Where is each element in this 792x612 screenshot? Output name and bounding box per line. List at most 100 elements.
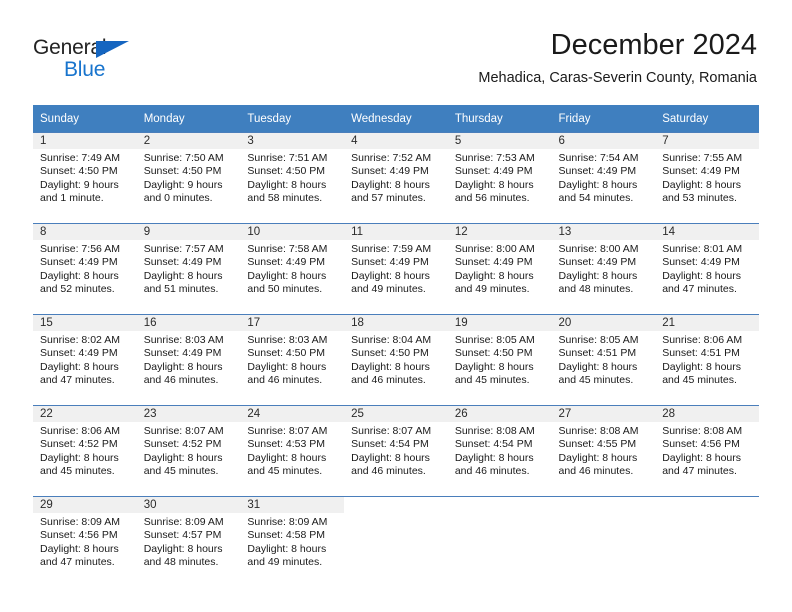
calendar-day-cell[interactable]: 23 Sunrise: 8:07 AM Sunset: 4:52 PM Dayligh… bbox=[136, 405, 241, 497]
daylight-duration-line2: and 47 minutes. bbox=[662, 283, 737, 296]
calendar-day-cell[interactable]: 19 Sunrise: 8:05 AM Sunset: 4:50 PM Dayligh… bbox=[447, 314, 552, 406]
calendar-day-cell[interactable]: 18 Sunrise: 8:04 AM Sunset: 4:50 PM Dayligh… bbox=[344, 314, 448, 406]
day-details: Sunrise: 7:58 AM Sunset: 4:49 PM Daylight:… bbox=[240, 240, 344, 297]
sunrise-time: Sunrise: 7:56 AM bbox=[40, 243, 120, 255]
calendar-day-cell[interactable]: 27 Sunrise: 8:08 AM Sunset: 4:55 PM Dayligh… bbox=[551, 405, 656, 497]
daylight-duration-line2: and 49 minutes. bbox=[454, 283, 530, 296]
sunrise-time: Sunrise: 7:51 AM bbox=[247, 152, 328, 164]
day-number: 26 bbox=[447, 406, 552, 422]
calendar-day-cell[interactable]: 11 Sunrise: 7:59 AM Sunset: 4:49 PM Dayligh… bbox=[344, 223, 448, 315]
day-number bbox=[655, 497, 759, 513]
calendar-day-cell[interactable]: 8 Sunrise: 7:56 AM Sunset: 4:49 PM Daylight… bbox=[33, 223, 137, 315]
calendar-week-row: 1 Sunrise: 7:49 AM Sunset: 4:50 PM Daylight… bbox=[33, 132, 759, 224]
calendar-day-cell[interactable]: 7 Sunrise: 7:55 AM Sunset: 4:49 PM Daylight… bbox=[655, 132, 759, 224]
day-details: Sunrise: 8:08 AM Sunset: 4:56 PM Daylight:… bbox=[655, 422, 759, 479]
sunset-time: Sunset: 4:53 PM bbox=[247, 438, 326, 451]
day-details: Sunrise: 7:51 AM Sunset: 4:50 PM Daylight:… bbox=[240, 149, 344, 206]
calendar-day-cell[interactable]: 28 Sunrise: 8:08 AM Sunset: 4:56 PM Dayligh… bbox=[655, 405, 759, 497]
calendar-day-cell[interactable]: 25 Sunrise: 8:07 AM Sunset: 4:54 PM Dayligh… bbox=[344, 405, 448, 497]
day-number: 3 bbox=[240, 133, 345, 149]
calendar-day-cell[interactable]: 9 Sunrise: 7:57 AM Sunset: 4:49 PM Daylight… bbox=[136, 223, 241, 315]
day-number: 28 bbox=[655, 406, 759, 422]
day-details: Sunrise: 7:59 AM Sunset: 4:49 PM Daylight:… bbox=[344, 240, 448, 297]
weekday-header-friday: Friday bbox=[551, 105, 656, 133]
sunrise-time: Sunrise: 8:01 AM bbox=[662, 243, 743, 255]
day-cell-inner bbox=[655, 497, 759, 587]
sunset-time: Sunset: 4:56 PM bbox=[40, 529, 118, 542]
calendar-day-cell[interactable]: 31 Sunrise: 8:09 AM Sunset: 4:58 PM Dayligh… bbox=[240, 496, 345, 587]
day-cell-inner: 22 Sunrise: 8:06 AM Sunset: 4:52 PM Dayligh… bbox=[33, 406, 137, 496]
calendar-day-cell[interactable]: 16 Sunrise: 8:03 AM Sunset: 4:49 PM Dayligh… bbox=[136, 314, 241, 406]
day-number: 17 bbox=[240, 315, 345, 331]
calendar-day-cell[interactable]: 6 Sunrise: 7:54 AM Sunset: 4:49 PM Daylight… bbox=[551, 132, 656, 224]
day-details: Sunrise: 8:05 AM Sunset: 4:51 PM Daylight:… bbox=[552, 331, 656, 388]
day-number: 23 bbox=[136, 406, 241, 422]
day-number: 5 bbox=[447, 133, 552, 149]
sunset-time: Sunset: 4:49 PM bbox=[247, 256, 326, 269]
day-number: 30 bbox=[136, 497, 241, 513]
calendar-day-cell[interactable]: 22 Sunrise: 8:06 AM Sunset: 4:52 PM Dayligh… bbox=[33, 405, 137, 497]
daylight-duration-line1: Daylight: 8 hours bbox=[143, 451, 223, 464]
calendar-day-cell[interactable]: 3 Sunrise: 7:51 AM Sunset: 4:50 PM Daylight… bbox=[240, 132, 345, 224]
logo-triangle-icon bbox=[96, 41, 129, 58]
daylight-duration-line1: Daylight: 8 hours bbox=[558, 178, 638, 191]
calendar-day-cell[interactable]: 4 Sunrise: 7:52 AM Sunset: 4:49 PM Daylight… bbox=[344, 132, 448, 224]
day-details: Sunrise: 8:05 AM Sunset: 4:50 PM Daylight:… bbox=[448, 331, 552, 388]
calendar-day-cell[interactable]: 30 Sunrise: 8:09 AM Sunset: 4:57 PM Dayligh… bbox=[136, 496, 241, 587]
day-cell-inner: 18 Sunrise: 8:04 AM Sunset: 4:50 PM Dayligh… bbox=[344, 315, 448, 405]
calendar-day-cell[interactable]: 24 Sunrise: 8:07 AM Sunset: 4:53 PM Dayligh… bbox=[240, 405, 345, 497]
day-details: Sunrise: 8:02 AM Sunset: 4:49 PM Daylight:… bbox=[33, 331, 137, 388]
day-cell-inner bbox=[552, 497, 656, 587]
calendar-day-cell[interactable]: 29 Sunrise: 8:09 AM Sunset: 4:56 PM Dayligh… bbox=[33, 496, 137, 587]
sunset-time: Sunset: 4:50 PM bbox=[351, 347, 429, 360]
day-number: 14 bbox=[655, 224, 759, 240]
day-cell-inner: 23 Sunrise: 8:07 AM Sunset: 4:52 PM Dayligh… bbox=[136, 406, 241, 496]
daylight-duration-line1: Daylight: 8 hours bbox=[662, 451, 742, 464]
generalblue-logo[interactable]: General Blue bbox=[33, 36, 163, 84]
calendar-day-cell[interactable]: 1 Sunrise: 7:49 AM Sunset: 4:50 PM Daylight… bbox=[33, 132, 137, 224]
sunset-time: Sunset: 4:49 PM bbox=[143, 347, 222, 360]
daylight-duration-line2: and 53 minutes. bbox=[662, 192, 737, 205]
sunset-time: Sunset: 4:50 PM bbox=[40, 165, 118, 178]
daylight-duration-line2: and 45 minutes. bbox=[662, 374, 737, 387]
daylight-duration-line2: and 46 minutes. bbox=[247, 374, 323, 387]
day-number: 12 bbox=[447, 224, 552, 240]
sunrise-time: Sunrise: 8:06 AM bbox=[662, 334, 743, 346]
calendar-day-cell[interactable]: 14 Sunrise: 8:01 AM Sunset: 4:49 PM Dayligh… bbox=[655, 223, 759, 315]
calendar-day-cell[interactable]: 5 Sunrise: 7:53 AM Sunset: 4:49 PM Daylight… bbox=[447, 132, 552, 224]
daylight-duration-line2: and 57 minutes. bbox=[351, 192, 426, 205]
calendar-day-cell[interactable]: 13 Sunrise: 8:00 AM Sunset: 4:49 PM Dayligh… bbox=[551, 223, 656, 315]
day-cell-inner: 14 Sunrise: 8:01 AM Sunset: 4:49 PM Dayligh… bbox=[655, 224, 759, 314]
page-title: December 2024 bbox=[550, 29, 757, 61]
day-cell-inner: 3 Sunrise: 7:51 AM Sunset: 4:50 PM Daylight… bbox=[240, 133, 345, 223]
calendar-day-cell[interactable]: 12 Sunrise: 8:00 AM Sunset: 4:49 PM Dayligh… bbox=[447, 223, 552, 315]
page-header: General Blue December 2024 Mehadica, Car… bbox=[0, 0, 792, 104]
weekday-header-wednesday: Wednesday bbox=[344, 105, 448, 133]
calendar-day-cell[interactable]: 15 Sunrise: 8:02 AM Sunset: 4:49 PM Dayligh… bbox=[33, 314, 137, 406]
day-details: Sunrise: 8:00 AM Sunset: 4:49 PM Daylight:… bbox=[448, 240, 552, 297]
calendar-day-cell[interactable]: 10 Sunrise: 7:58 AM Sunset: 4:49 PM Dayligh… bbox=[240, 223, 345, 315]
day-number: 24 bbox=[240, 406, 345, 422]
day-number: 20 bbox=[551, 315, 656, 331]
weekday-header-saturday: Saturday bbox=[655, 105, 759, 133]
calendar-day-cell[interactable]: 26 Sunrise: 8:08 AM Sunset: 4:54 PM Dayligh… bbox=[447, 405, 552, 497]
day-number bbox=[344, 497, 448, 513]
sunrise-time: Sunrise: 8:06 AM bbox=[40, 425, 120, 437]
day-number: 8 bbox=[33, 224, 137, 240]
daylight-duration-line1: Daylight: 8 hours bbox=[662, 360, 742, 373]
calendar-day-cell[interactable]: 2 Sunrise: 7:50 AM Sunset: 4:50 PM Daylight… bbox=[136, 132, 241, 224]
day-details: Sunrise: 7:52 AM Sunset: 4:49 PM Daylight:… bbox=[344, 149, 448, 206]
daylight-duration-line1: Daylight: 9 hours bbox=[143, 178, 223, 191]
sunset-time: Sunset: 4:49 PM bbox=[662, 256, 740, 269]
calendar-day-cell[interactable]: 20 Sunrise: 8:05 AM Sunset: 4:51 PM Dayligh… bbox=[551, 314, 656, 406]
sunrise-time: Sunrise: 8:08 AM bbox=[558, 425, 639, 437]
daylight-duration-line2: and 45 minutes. bbox=[558, 374, 634, 387]
weekday-header-sunday: Sunday bbox=[33, 105, 137, 133]
daylight-duration-line1: Daylight: 8 hours bbox=[454, 360, 534, 373]
day-cell-inner bbox=[344, 497, 448, 587]
sunrise-time: Sunrise: 7:57 AM bbox=[143, 243, 224, 255]
calendar-day-cell[interactable]: 21 Sunrise: 8:06 AM Sunset: 4:51 PM Dayligh… bbox=[655, 314, 759, 406]
daylight-duration-line2: and 54 minutes. bbox=[558, 192, 634, 205]
calendar-day-cell[interactable]: 17 Sunrise: 8:03 AM Sunset: 4:50 PM Dayligh… bbox=[240, 314, 345, 406]
weekday-header-tuesday: Tuesday bbox=[240, 105, 345, 133]
